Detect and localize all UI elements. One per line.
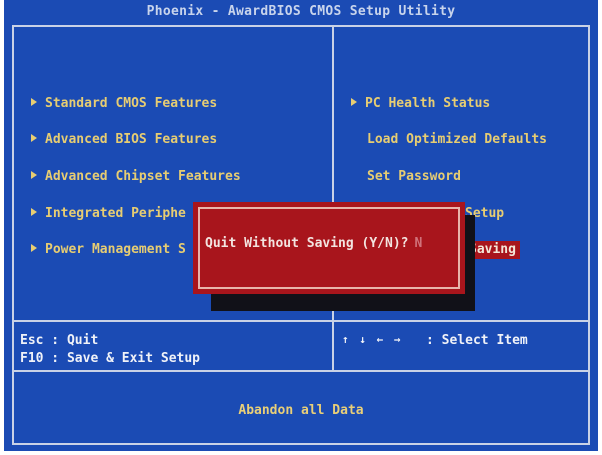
status-description: Abandon all Data: [238, 403, 364, 418]
submenu-arrow-icon: [351, 98, 357, 106]
dialog-prompt: Quit Without Saving (Y/N)?: [205, 236, 409, 251]
menu-item-set-password[interactable]: Set Password: [367, 168, 461, 186]
arrow-keys-icon: ↑ ↓ ← →: [342, 333, 403, 346]
frame-left: [12, 25, 14, 445]
submenu-arrow-icon: [31, 244, 37, 252]
dialog-prompt-line: Quit Without Saving (Y/N)? N: [205, 236, 422, 251]
menu-item-label: Load Optimized Defaults: [367, 132, 548, 147]
menu-item-label: Standard CMOS Features: [45, 96, 218, 111]
quit-confirm-dialog[interactable]: Quit Without Saving (Y/N)? N: [193, 202, 465, 294]
bios-screen: Phoenix - AwardBIOS CMOS Setup Utility S…: [4, 0, 598, 451]
menu-divider-horizontal: [14, 320, 588, 322]
menu-item-integrated-peripherals[interactable]: Integrated Periphe: [31, 205, 186, 223]
help-select-item: : Select Item: [426, 333, 528, 348]
frame-bottom: [12, 443, 590, 445]
frame-top: [12, 25, 590, 27]
menu-item-label: Integrated Periphe: [45, 206, 186, 221]
menu-item-standard-cmos-features[interactable]: Standard CMOS Features: [31, 95, 217, 113]
window-title: Phoenix - AwardBIOS CMOS Setup Utility: [146, 4, 456, 19]
menu-item-power-management-setup[interactable]: Power Management S: [31, 241, 186, 259]
help-f10-save-exit: F10 : Save & Exit Setup: [20, 351, 201, 366]
dialog-input[interactable]: N: [415, 236, 423, 251]
menu-item-label: Advanced Chipset Features: [45, 169, 241, 184]
submenu-arrow-icon: [31, 171, 37, 179]
menu-item-label: PC Health Status: [365, 96, 491, 111]
help-esc-quit: Esc : Quit: [20, 333, 99, 348]
menu-item-label: Set Password: [367, 169, 461, 184]
submenu-arrow-icon: [31, 208, 37, 216]
footer-divider: [14, 370, 588, 372]
frame-right: [588, 25, 590, 445]
menu-item-advanced-chipset-features[interactable]: Advanced Chipset Features: [31, 168, 241, 186]
submenu-arrow-icon: [31, 134, 37, 142]
help-divider-vertical: [332, 322, 334, 370]
menu-item-pc-health-status[interactable]: PC Health Status: [351, 95, 490, 113]
menu-item-advanced-bios-features[interactable]: Advanced BIOS Features: [31, 131, 217, 149]
menu-item-label: Advanced BIOS Features: [45, 132, 218, 147]
menu-item-label: Power Management S: [45, 242, 186, 257]
menu-item-load-optimized-defaults[interactable]: Load Optimized Defaults: [367, 131, 547, 149]
submenu-arrow-icon: [31, 98, 37, 106]
